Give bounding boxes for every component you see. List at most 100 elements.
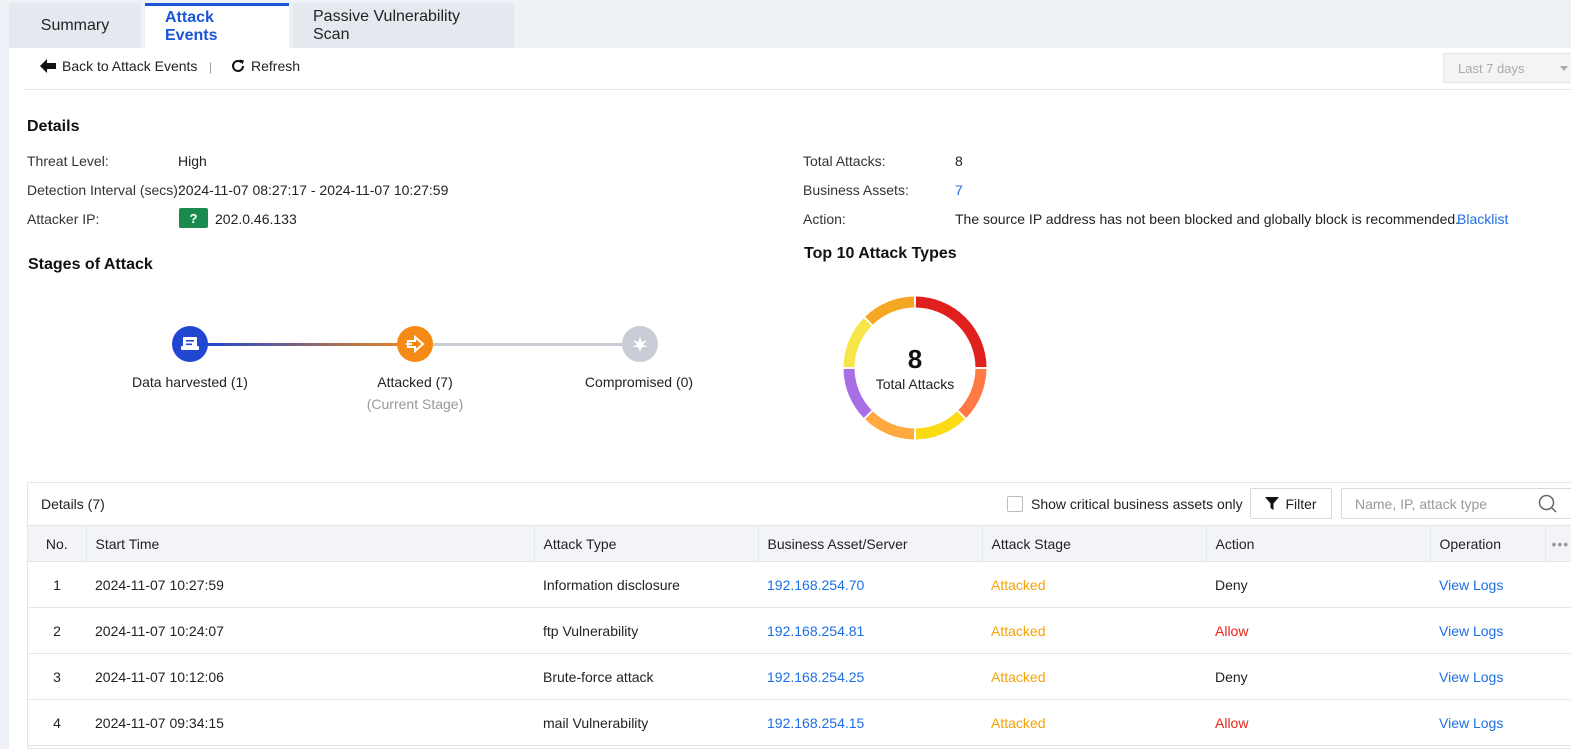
critical-assets-checkbox[interactable] [1007,496,1023,512]
unknown-location-badge: ? [179,208,208,228]
donut-segment[interactable] [958,368,987,418]
period-value: Last 7 days [1458,60,1525,76]
filter-icon [1265,496,1280,510]
view-logs-link[interactable]: View Logs [1430,607,1545,654]
business-assets-link[interactable]: 7 [955,182,963,198]
search-input[interactable] [1341,488,1571,519]
critical-assets-label: Show critical business assets only [1031,496,1243,512]
top-attack-types-title: Top 10 Attack Types [804,245,957,262]
business-assets-label: Business Assets: [803,182,909,198]
row-spacer [1545,561,1571,608]
tab-passive-vulnerability-scan[interactable]: Passive Vulnerability Scan [293,3,514,48]
col-header-operation: Operation [1430,525,1546,562]
row-asset-link[interactable]: 192.168.254.70 [758,561,982,608]
detection-interval-value: 2024-11-07 08:27:17 - 2024-11-07 10:27:5… [178,182,449,198]
refresh-button[interactable]: Refresh [230,58,300,74]
donut-total-value: 8 [907,344,923,374]
table-row: 4 2024-11-07 09:34:15 mail Vulnerability… [28,699,1571,746]
donut-segment[interactable] [865,411,915,440]
row-no: 4 [28,699,86,746]
row-action: Deny [1206,653,1430,700]
row-start-time: 2024-11-07 10:24:07 [86,607,534,654]
chevron-down-icon [1560,66,1568,71]
row-action: Deny [1206,561,1430,608]
col-header-attack-stage[interactable]: Attack Stage [982,525,1207,562]
tab-summary[interactable]: Summary [9,3,141,48]
attack-details-table: No. Start Time Attack Type Business Asse… [28,525,1571,746]
row-asset-link[interactable]: 192.168.254.15 [758,699,982,746]
stages-title: Stages of Attack [28,256,153,273]
row-action: Allow [1206,607,1430,654]
stage-label-attacked: Attacked (7) [377,374,453,390]
row-action: Allow [1206,699,1430,746]
stage-connector-1 [207,343,417,346]
blacklist-link[interactable]: Blacklist [1457,211,1508,227]
arrow-left-icon [40,59,56,73]
col-header-attack-type[interactable]: Attack Type [534,525,759,562]
table-header-row: No. Start Time Attack Type Business Asse… [28,525,1571,562]
donut-segment[interactable] [915,411,965,440]
row-spacer [1545,653,1571,700]
view-logs-link[interactable]: View Logs [1430,653,1545,700]
stage-label-data-harvested: Data harvested (1) [132,374,248,390]
row-attack-type: ftp Vulnerability [534,607,758,654]
stage-connector-2 [433,343,633,346]
row-attack-stage: Attacked [982,607,1206,654]
table-title: Details (7) [41,496,105,512]
row-attack-stage: Attacked [982,561,1206,608]
row-attack-type: Information disclosure [534,561,758,608]
column-settings-icon[interactable]: ••• [1545,525,1571,562]
compromised-icon [622,326,658,362]
toolbar-separator: | [209,60,213,74]
current-stage-note: (Current Stage) [366,396,464,412]
filter-button[interactable]: Filter [1250,488,1332,519]
col-header-start-time[interactable]: Start Time [86,525,535,562]
stage-label-compromised: Compromised (0) [584,374,694,390]
donut-segment[interactable] [865,296,915,325]
search-icon[interactable] [1538,494,1558,514]
row-asset-link[interactable]: 192.168.254.81 [758,607,982,654]
row-attack-stage: Attacked [982,699,1206,746]
row-start-time: 2024-11-07 10:27:59 [86,561,534,608]
data-harvested-icon [172,326,208,362]
table-row: 3 2024-11-07 10:12:06 Brute-force attack… [28,653,1571,700]
view-logs-link[interactable]: View Logs [1430,561,1545,608]
action-value: The source IP address has not been block… [955,211,1460,227]
refresh-label: Refresh [251,58,301,74]
table-header-bar: Details (7) Show critical business asset… [28,483,1571,525]
row-attack-type: Brute-force attack [534,653,758,700]
attacked-icon [397,326,433,362]
row-no: 1 [28,561,86,608]
attacker-ip-label: Attacker IP: [27,211,100,227]
total-attacks-label: Total Attacks: [803,153,886,169]
period-select[interactable]: Last 7 days [1443,53,1571,83]
table-row: 1 2024-11-07 10:27:59 Information disclo… [28,561,1571,608]
action-label: Action: [803,211,846,227]
details-table-panel: Details (7) Show critical business asset… [27,482,1571,749]
back-label: Back to Attack Events [62,58,198,74]
donut-total-label: Total Attacks [875,376,955,392]
row-no: 3 [28,653,86,700]
refresh-icon [232,59,244,72]
threat-level-value: High [178,153,207,169]
filter-label: Filter [1285,495,1317,512]
col-header-no: No. [28,525,87,562]
row-no: 2 [28,607,86,654]
donut-segment[interactable] [843,318,872,368]
main-panel: Back to Attack Events | Refresh Last 7 d… [9,48,1571,749]
row-asset-link[interactable]: 192.168.254.25 [758,653,982,700]
col-header-action[interactable]: Action [1206,525,1431,562]
tab-attack-events[interactable]: Attack Events [145,3,289,48]
row-start-time: 2024-11-07 09:34:15 [86,699,534,746]
attacker-ip-value: 202.0.46.133 [215,211,297,227]
row-attack-type: mail Vulnerability [534,699,758,746]
table-row: 2 2024-11-07 10:24:07 ftp Vulnerability … [28,607,1571,654]
details-title: Details [27,118,80,135]
row-attack-stage: Attacked [982,653,1206,700]
back-button[interactable]: Back to Attack Events [39,58,197,74]
tab-bar: Summary Attack Events Passive Vulnerabil… [9,3,518,48]
view-logs-link[interactable]: View Logs [1430,699,1545,746]
threat-level-label: Threat Level: [27,153,109,169]
col-header-business-asset[interactable]: Business Asset/Server [758,525,983,562]
detection-interval-label: Detection Interval (secs): [27,182,182,198]
